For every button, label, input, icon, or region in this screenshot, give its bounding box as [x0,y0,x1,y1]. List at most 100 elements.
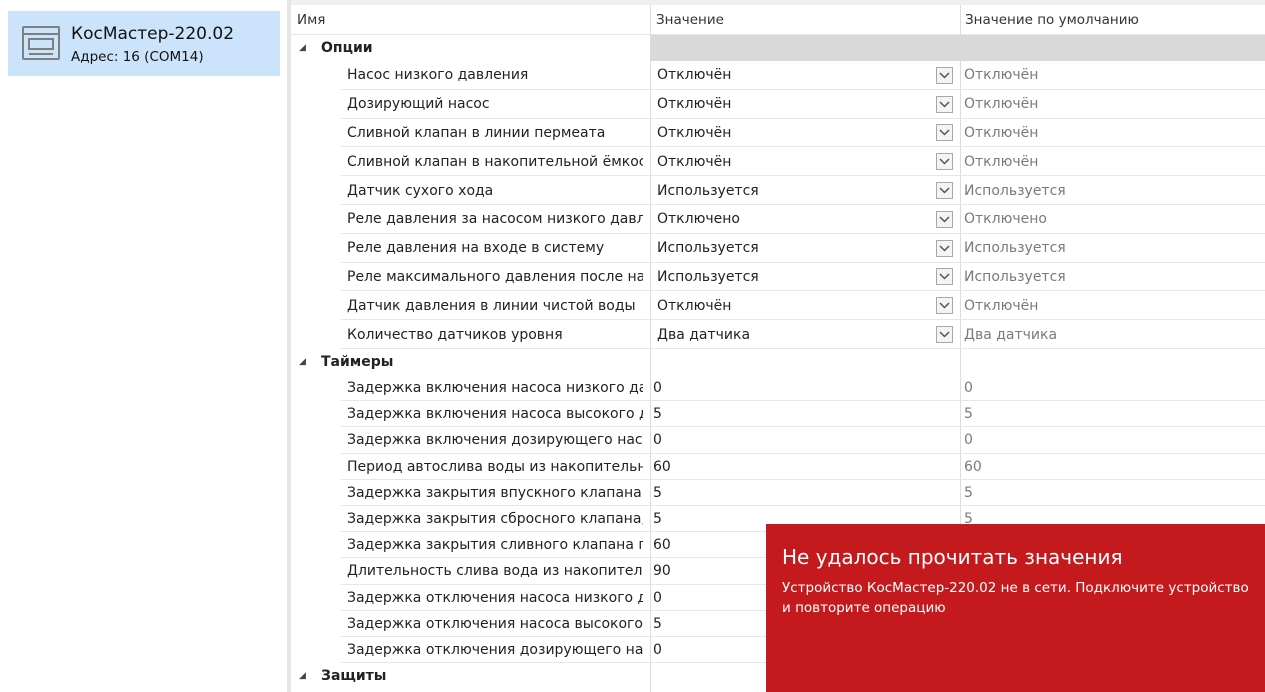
property-row[interactable]: Реле давления за насосом низкого давле..… [291,205,1265,234]
property-name: Датчик давления в линии чистой воды [347,297,636,314]
property-name: Задержка включения дозирующего насо... [347,432,643,449]
column-header-default[interactable]: Значение по умолчанию [965,12,1139,28]
property-default: Отключён [964,297,1039,314]
property-value[interactable]: 5 [647,480,662,506]
property-row[interactable]: Задержка включения дозирующего насо... 0 0 [291,427,1265,454]
property-value[interactable]: 60 [647,532,671,558]
property-default: Отключён [964,153,1039,170]
device-name: КосМастер-220.02 [71,24,235,44]
property-value[interactable]: 0 [647,585,662,611]
property-name: Задержка закрытия сбросного клапана, с [347,511,643,528]
property-value[interactable]: Отключён [651,147,731,176]
error-toast[interactable]: Не удалось прочитать значения Устройство… [766,524,1265,692]
property-value[interactable]: 0 [647,375,662,401]
property-default: Отключён [964,67,1039,84]
property-name: Реле максимального давления после нас... [347,268,643,285]
property-default: Используется [964,182,1066,199]
property-value[interactable]: 0 [647,637,662,663]
property-name: Насос низкого давления [347,67,529,84]
property-row[interactable]: Задержка включения насоса низкого дав...… [291,375,1265,402]
property-name: Задержка отключения насоса низкого да... [347,589,643,606]
collapse-triangle-icon[interactable]: ◢ [299,663,306,689]
property-name: Сливной клапан в линии пермеата [347,124,606,141]
property-value[interactable]: Используется [651,176,759,205]
chevron-down-icon[interactable] [936,210,953,228]
property-value[interactable]: 5 [647,611,662,637]
property-name: Задержка отключения насоса высокого... [347,615,643,632]
chevron-down-icon[interactable] [936,66,953,84]
property-default: Отключён [964,124,1039,141]
property-row[interactable]: Датчик сухого хода Используется Использует… [291,176,1265,205]
property-row[interactable]: Дозирующий насос Отключён Отключён [291,90,1265,119]
chevron-down-icon[interactable] [936,239,953,257]
property-name: Реле давления на входе в систему [347,240,605,257]
column-header-value[interactable]: Значение [656,12,724,28]
property-default: Отключено [964,211,1047,228]
chevron-down-icon[interactable] [936,268,953,286]
property-default: 0 [964,380,973,397]
property-name: Сливной клапан в накопительной ёмкости [347,153,643,170]
property-default: 5 [964,484,973,501]
property-value[interactable]: Используется [651,263,759,292]
column-header-name[interactable]: Имя [297,12,325,28]
group-title: Таймеры [321,354,394,370]
property-value[interactable]: 90 [647,558,671,584]
property-row[interactable]: Реле давления на входе в систему Использу… [291,234,1265,263]
property-row[interactable]: Реле максимального давления после нас...… [291,263,1265,292]
property-value[interactable]: 0 [647,427,662,453]
property-row[interactable]: Задержка закрытия впускного клапана, с55 [291,480,1265,506]
property-default: Используется [964,240,1066,257]
group-title: Опции [321,40,373,56]
chevron-down-icon[interactable] [936,297,953,315]
property-row[interactable]: Датчик давления в линии чистой воды Отклю… [291,291,1265,321]
property-name: Датчик сухого хода [347,182,494,199]
grid-header: Имя Значение Значение по умолчанию [291,5,1265,35]
property-row[interactable]: Сливной клапан в линии пермеата Отключён О… [291,119,1265,148]
property-default: Отключён [964,96,1039,113]
property-name: Длительность слива вода из накопитель... [347,563,643,580]
group-row[interactable]: ◢ Таймеры [291,349,1265,375]
group-row[interactable]: ◢ Опции [291,35,1265,61]
toast-message: Устройство КосМастер-220.02 не в сети. П… [782,580,1249,616]
device-list-pane: КосМастер-220.02 Адрес: 16 (COM14) [0,0,288,692]
property-name: Задержка закрытия впускного клапана, с [347,484,643,501]
device-item[interactable]: КосМастер-220.02 Адрес: 16 (COM14) [8,11,280,76]
property-value[interactable]: Отключён [651,291,731,320]
chevron-down-icon[interactable] [936,95,953,113]
chevron-down-icon[interactable] [936,326,953,344]
collapse-triangle-icon[interactable]: ◢ [299,349,306,375]
property-row[interactable]: Задержка включения насоса высокого д... 5… [291,401,1265,428]
chevron-down-icon[interactable] [936,124,953,142]
collapse-triangle-icon[interactable]: ◢ [299,35,306,61]
property-value[interactable]: 60 [647,454,671,480]
property-value[interactable]: Два датчика [651,320,750,349]
property-name: Задержка закрытия сливного клапана пр... [347,537,643,554]
property-name: Дозирующий насос [347,96,490,113]
property-row[interactable]: Насос низкого давления Отключён Отключён [291,61,1265,90]
property-name: Период автослива воды из накопительн... [347,458,643,475]
property-name: Реле давления за насосом низкого давле..… [347,211,643,228]
device-address: Адрес: 16 (COM14) [71,49,204,65]
property-name: Количество датчиков уровня [347,326,563,343]
property-default: Используется [964,268,1066,285]
property-row[interactable]: Сливной клапан в накопительной ёмкости От… [291,147,1265,177]
property-value[interactable]: Отключён [651,90,731,119]
property-value[interactable]: 5 [647,506,662,532]
property-row[interactable]: Период автослива воды из накопительн... 6… [291,454,1265,480]
property-value[interactable]: 5 [647,401,662,427]
toast-title: Не удалось прочитать значения [782,545,1123,569]
device-panel-icon [22,26,60,60]
chevron-down-icon[interactable] [936,153,953,171]
property-name: Задержка отключения дозирующего нас... [347,642,643,659]
property-default: Два датчика [964,326,1058,343]
group-value-fill [651,35,1265,61]
property-default: 60 [964,458,982,475]
property-name: Задержка включения насоса низкого дав... [347,380,643,397]
property-row[interactable]: Количество датчиков уровня Два датчика Два… [291,320,1265,349]
property-value[interactable]: Используется [651,234,759,263]
property-value[interactable]: Отключён [651,119,731,148]
property-name: Задержка включения насоса высокого д... [347,406,643,423]
property-value[interactable]: Отключён [651,61,731,90]
property-value[interactable]: Отключено [651,205,740,234]
chevron-down-icon[interactable] [936,182,953,200]
